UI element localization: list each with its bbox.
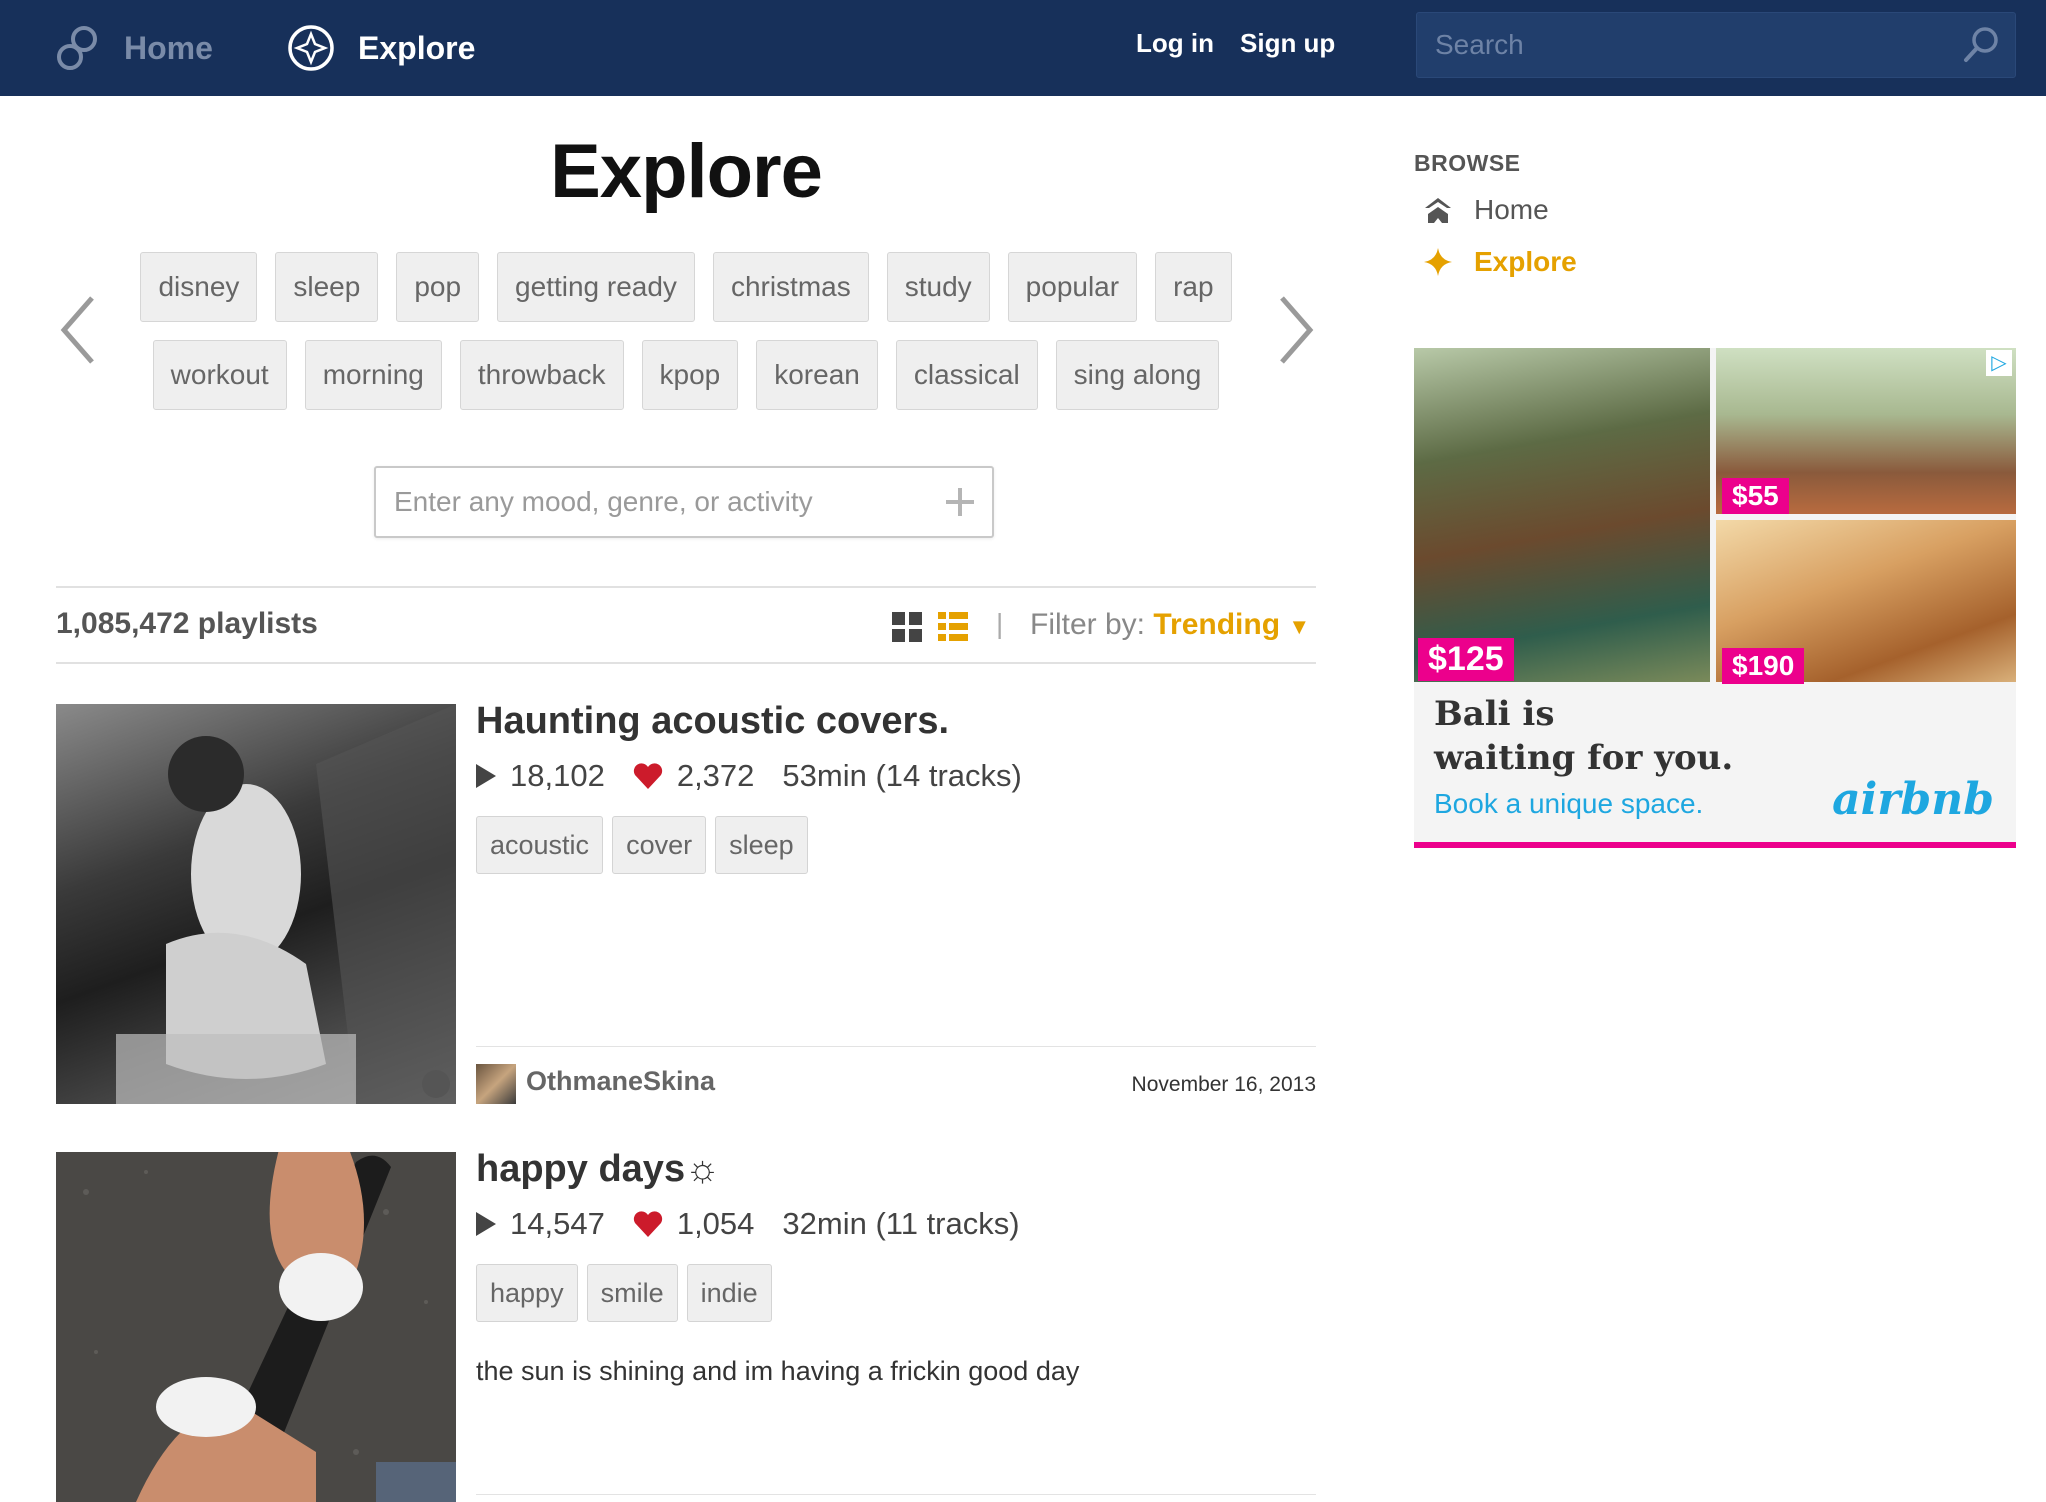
mood-input[interactable] [376,468,916,536]
list-view-icon[interactable] [938,612,968,642]
signup-link[interactable]: Sign up [1240,28,1335,59]
price-badge: $190 [1722,648,1805,684]
top-navigation-bar: Home Explore Log in Sign up [0,0,2046,96]
cover-photo-icon [116,704,456,1104]
avatar[interactable] [476,1064,516,1104]
play-icon [476,764,496,788]
ad-subline: Book a unique space. [1434,788,1704,819]
ad-headline: Bali is waiting for you. [1434,692,1733,780]
tag-morning[interactable]: morning [304,340,442,410]
playlist-stats: 18,102 2,372 53min (14 tracks) [476,758,1022,794]
playlist-cover-image[interactable] [56,704,456,1104]
filter-value: Trending [1153,608,1281,641]
sparkle-icon [1424,248,1452,276]
tag-study[interactable]: study [886,252,990,322]
filter-label: Filter by: [1030,608,1146,641]
tag-getting-ready[interactable]: getting ready [497,252,695,322]
playlist-tags: happy smile indie [476,1264,772,1322]
like-count: 1,054 [676,1206,755,1241]
tag-throwback[interactable]: throwback [459,340,624,410]
ad-headline-line: waiting for you. [1434,738,1734,778]
page-title: Explore [550,129,823,214]
playlist-author[interactable]: OthmaneSkina [526,1066,715,1097]
sidebar-item-home[interactable]: Home [1424,194,1549,226]
cover-photo-icon [83,1152,456,1502]
play-count: 14,547 [510,1206,605,1241]
tag-sing-along[interactable]: sing along [1055,340,1220,410]
playlist-stats: 14,547 1,054 32min (11 tracks) [476,1206,1020,1242]
nav-explore-link[interactable]: Explore [286,18,475,78]
divider [476,1494,1316,1495]
playlist-description: the sun is shining and im having a frick… [476,1356,1080,1386]
divider [476,1046,1316,1047]
ad-headline-line: Bali is [1434,694,1555,734]
ad-bottom-bar [1414,842,2016,848]
tag-classical[interactable]: classical [895,340,1038,410]
tag-korean[interactable]: korean [756,340,878,410]
playlist-title[interactable]: happy days☼ [476,1148,720,1191]
sidebar-item-label: Explore [1474,246,1577,277]
tag-popular[interactable]: popular [1007,252,1138,322]
filter-value-dropdown[interactable]: Trending ▼ [1153,608,1310,641]
heart-icon[interactable] [633,763,663,789]
playlist-tag[interactable]: acoustic [476,816,604,874]
search-box [1416,12,2016,78]
login-link[interactable]: Log in [1136,28,1214,59]
playlist-date: November 16, 2013 [1131,1073,1316,1096]
tag-kpop[interactable]: kpop [641,340,739,410]
playlist-tag[interactable]: happy [476,1264,578,1322]
airbnb-ad[interactable]: ▷ $55 $125 $190 Bali is waiting for you.… [1414,348,2016,848]
tag-sleep[interactable]: sleep [275,252,379,322]
airbnb-logo: airbnb [1832,774,1994,825]
nav-explore-label: Explore [358,29,476,66]
playlist-cover-image[interactable] [56,1152,456,1502]
playlist-tag[interactable]: indie [686,1264,772,1322]
search-icon[interactable] [1961,25,2001,65]
filter-control: Filter by: Trending ▼ [1030,608,1310,642]
ad-photo-house [1414,348,1710,682]
price-badge: $55 [1722,478,1789,514]
price-badge: $125 [1418,638,1514,681]
nav-home-label: Home [124,29,213,66]
compass-icon [288,25,334,71]
tag-pop[interactable]: pop [396,252,480,322]
play-icon [476,1212,496,1236]
playlist-duration: 32min (11 tracks) [782,1206,1020,1241]
sidebar-item-explore[interactable]: Explore [1424,246,1577,278]
tag-workout[interactable]: workout [152,340,287,410]
heart-icon[interactable] [633,1211,663,1237]
like-count: 2,372 [676,758,755,793]
home-icon [1425,198,1451,223]
tag-row-2: workout morning throwback kpop korean cl… [0,340,1372,410]
playlist-duration: 53min (14 tracks) [782,758,1022,793]
playlist-title[interactable]: Haunting acoustic covers. [476,700,949,743]
divider [56,586,1316,588]
sidebar-item-label: Home [1474,194,1549,225]
play-count: 18,102 [510,758,605,793]
playlist-tag[interactable]: sleep [715,816,808,874]
logo-icon [57,26,97,70]
caret-down-icon: ▼ [1288,614,1311,639]
divider [56,662,1316,664]
playlist-tag[interactable]: smile [586,1264,678,1322]
plus-icon[interactable] [938,480,982,524]
tag-disney[interactable]: disney [140,252,258,322]
tag-rap[interactable]: rap [1155,252,1232,322]
tag-christmas[interactable]: christmas [712,252,869,322]
browse-heading: BROWSE [1414,150,1521,176]
playlist-tag[interactable]: cover [612,816,707,874]
playlist-count: 1,085,472 playlists [56,607,318,640]
playlist-tags: acoustic cover sleep [476,816,808,874]
ad-choices-icon[interactable]: ▷ [1986,350,2012,376]
search-input[interactable] [1417,13,1957,77]
grid-view-icon[interactable] [892,612,922,642]
mood-search [374,466,994,538]
nav-home-link[interactable]: Home [52,18,213,78]
filter-separator: | [996,608,1004,639]
tag-row-1: disney sleep pop getting ready christmas… [0,252,1372,322]
